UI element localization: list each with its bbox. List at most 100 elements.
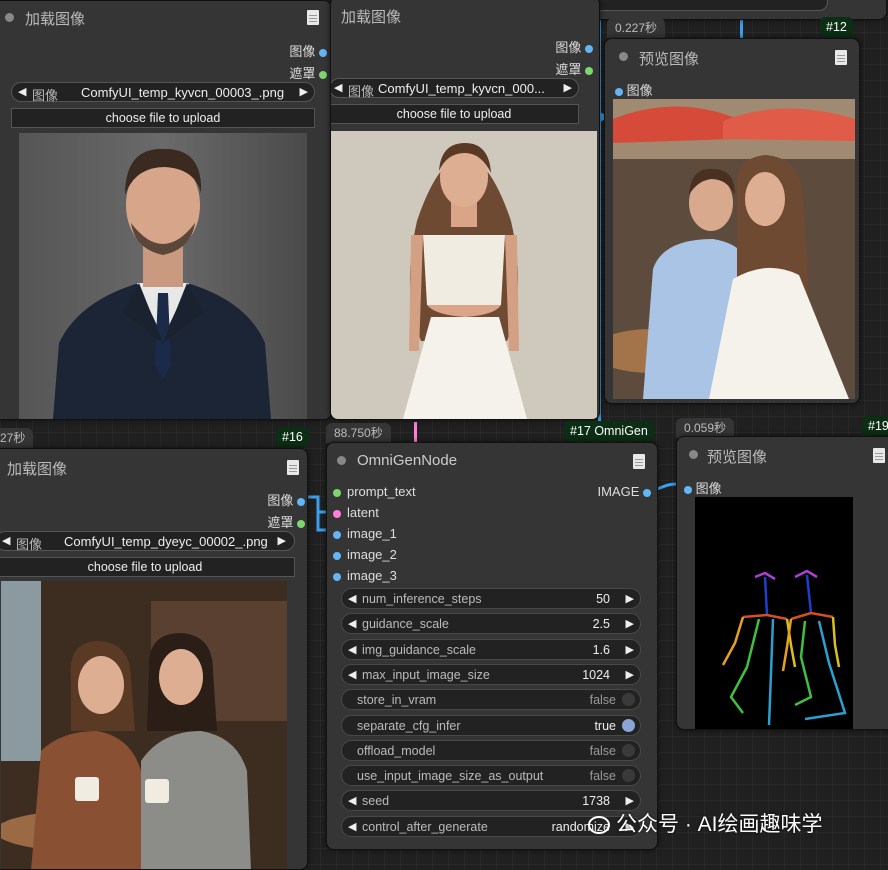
preview-image-node-19[interactable]: 预览图像 图像	[676, 436, 888, 730]
arrow-left-icon[interactable]: ◀	[348, 820, 356, 833]
widget-max-input-image-size[interactable]: ◀ max_input_image_size 1024 ▶	[341, 663, 641, 685]
socket-icon[interactable]	[643, 488, 651, 497]
output-mask[interactable]: 遮罩	[555, 59, 593, 78]
widget-use-input-image-size-as-output[interactable]: use_input_image_size_as_output false	[341, 765, 641, 787]
arrow-left-icon[interactable]: ◀	[2, 534, 10, 547]
input-prompt_text[interactable]: prompt_text	[333, 484, 416, 499]
toggle-knob-icon[interactable]	[622, 693, 635, 707]
document-icon[interactable]	[633, 454, 645, 469]
widget-img-guidance-scale[interactable]: ◀ img_guidance_scale 1.6 ▶	[341, 638, 641, 660]
load-image-node-16[interactable]: 加载图像 图像 遮罩 ◀ 图像 ComfyUI_temp_dyeyc_00002…	[0, 448, 308, 870]
document-icon[interactable]	[873, 448, 885, 463]
upload-button[interactable]: choose file to upload	[331, 104, 579, 124]
socket-icon[interactable]	[615, 87, 623, 96]
collapse-dot-icon[interactable]	[5, 13, 14, 22]
image-combo[interactable]: ◀ 图像 ComfyUI_temp_kyvcn_000... ▶	[331, 78, 579, 99]
two-women-cafe-image	[1, 581, 287, 869]
arrow-left-icon[interactable]: ◀	[18, 85, 26, 98]
node-header[interactable]: 加载图像	[0, 449, 307, 481]
output-mask[interactable]: 遮罩	[267, 512, 305, 531]
node-title: 预览图像	[707, 449, 768, 466]
widget-store-in-vram[interactable]: store_in_vram false	[341, 689, 641, 711]
socket-icon[interactable]	[585, 66, 593, 75]
collapse-dot-icon[interactable]	[337, 456, 346, 465]
arrow-left-icon[interactable]: ◀	[348, 617, 356, 630]
collapse-dot-icon[interactable]	[619, 52, 628, 61]
preview-image-node-12[interactable]: 预览图像 图像	[604, 38, 860, 404]
document-icon[interactable]	[307, 10, 319, 25]
node-header[interactable]: OmniGenNode	[327, 443, 657, 475]
node-title: 加载图像	[25, 11, 86, 28]
widget-separate-cfg-infer[interactable]: separate_cfg_infer true	[341, 714, 641, 736]
node-header[interactable]: 加载图像	[331, 0, 599, 29]
socket-icon[interactable]	[333, 488, 341, 497]
socket-icon[interactable]	[333, 572, 341, 581]
widget-num-inference-steps[interactable]: ◀ num_inference_steps 50 ▶	[341, 588, 641, 609]
arrow-right-icon[interactable]: ▶	[278, 534, 286, 547]
collapse-dot-icon[interactable]	[689, 450, 698, 459]
node-id-badge: #17 OmniGen	[564, 421, 654, 441]
input-image[interactable]: 图像	[684, 478, 722, 497]
load-image-node-1[interactable]: 加载图像 图像 遮罩 ◀ 图像 ComfyUI_temp_kyvcn_00003…	[0, 0, 332, 420]
arrow-right-icon[interactable]: ▶	[626, 617, 634, 630]
output-mask[interactable]: 遮罩	[289, 63, 327, 82]
node-header[interactable]: 预览图像	[605, 39, 859, 71]
link-pink	[414, 422, 417, 444]
load-image-node-2[interactable]: 加载图像 图像 遮罩 ◀ 图像 ComfyUI_temp_kyvcn_000..…	[330, 0, 600, 420]
arrow-left-icon[interactable]: ◀	[334, 81, 342, 94]
arrow-right-icon[interactable]: ▶	[626, 794, 634, 807]
arrow-left-icon[interactable]: ◀	[348, 643, 356, 656]
socket-icon[interactable]	[333, 530, 341, 539]
arrow-right-icon[interactable]: ▶	[300, 85, 308, 98]
node-id-badge: #12	[820, 17, 853, 37]
socket-icon[interactable]	[297, 497, 305, 506]
top-partial-combo[interactable]	[586, 0, 828, 11]
socket-icon[interactable]	[319, 70, 327, 79]
couple-cafe-image	[613, 99, 855, 399]
socket-icon[interactable]	[585, 44, 593, 53]
socket-icon[interactable]	[333, 551, 341, 560]
output-image[interactable]: 图像	[555, 37, 593, 56]
exec-time-badge: 27秒	[0, 428, 34, 448]
arrow-left-icon[interactable]: ◀	[348, 592, 356, 605]
input-image_3[interactable]: image_3	[333, 568, 397, 583]
input-image[interactable]: 图像	[615, 80, 653, 99]
socket-icon[interactable]	[333, 509, 341, 518]
upload-button[interactable]: choose file to upload	[0, 557, 295, 577]
arrow-right-icon[interactable]: ▶	[564, 81, 572, 94]
exec-time-badge: 0.227秒	[607, 18, 666, 38]
socket-icon[interactable]	[319, 48, 327, 57]
portrait-woman-image	[403, 143, 527, 419]
document-icon[interactable]	[835, 50, 847, 65]
toggle-knob-icon[interactable]	[622, 743, 635, 757]
arrow-right-icon[interactable]: ▶	[626, 668, 634, 681]
omnigen-node-17[interactable]: OmniGenNode IMAGE prompt_textlatent image…	[326, 442, 658, 850]
node-header[interactable]: 加载图像	[0, 1, 331, 33]
wechat-icon	[588, 816, 610, 835]
output-image[interactable]: 图像	[267, 490, 305, 509]
output-image[interactable]: 图像	[289, 41, 327, 60]
portrait-man-image	[53, 148, 271, 419]
socket-icon[interactable]	[684, 485, 692, 494]
toggle-knob-icon[interactable]	[622, 718, 635, 732]
arrow-right-icon[interactable]: ▶	[626, 643, 634, 656]
node-header[interactable]: 预览图像	[677, 437, 888, 469]
widget-guidance-scale[interactable]: ◀ guidance_scale 2.5 ▶	[341, 613, 641, 635]
arrow-left-icon[interactable]: ◀	[348, 794, 356, 807]
image-preview	[1, 581, 287, 869]
image-combo[interactable]: ◀ 图像 ComfyUI_temp_dyeyc_00002_.png ▶	[0, 531, 295, 552]
arrow-right-icon[interactable]: ▶	[626, 592, 634, 605]
input-image_2[interactable]: image_2	[333, 547, 397, 562]
widget-offload-model[interactable]: offload_model false	[341, 739, 641, 761]
input-latent[interactable]: latent	[333, 505, 379, 520]
toggle-knob-icon[interactable]	[622, 769, 635, 783]
node-title: 加载图像	[7, 461, 68, 478]
document-icon[interactable]	[287, 460, 299, 475]
socket-icon[interactable]	[297, 519, 305, 528]
image-combo[interactable]: ◀ 图像 ComfyUI_temp_kyvcn_00003_.png ▶	[11, 82, 315, 103]
arrow-left-icon[interactable]: ◀	[348, 668, 356, 681]
output-image[interactable]: IMAGE	[597, 484, 651, 499]
node-title: OmniGenNode	[357, 452, 458, 469]
upload-button[interactable]: choose file to upload	[11, 108, 315, 128]
input-image_1[interactable]: image_1	[333, 526, 397, 541]
